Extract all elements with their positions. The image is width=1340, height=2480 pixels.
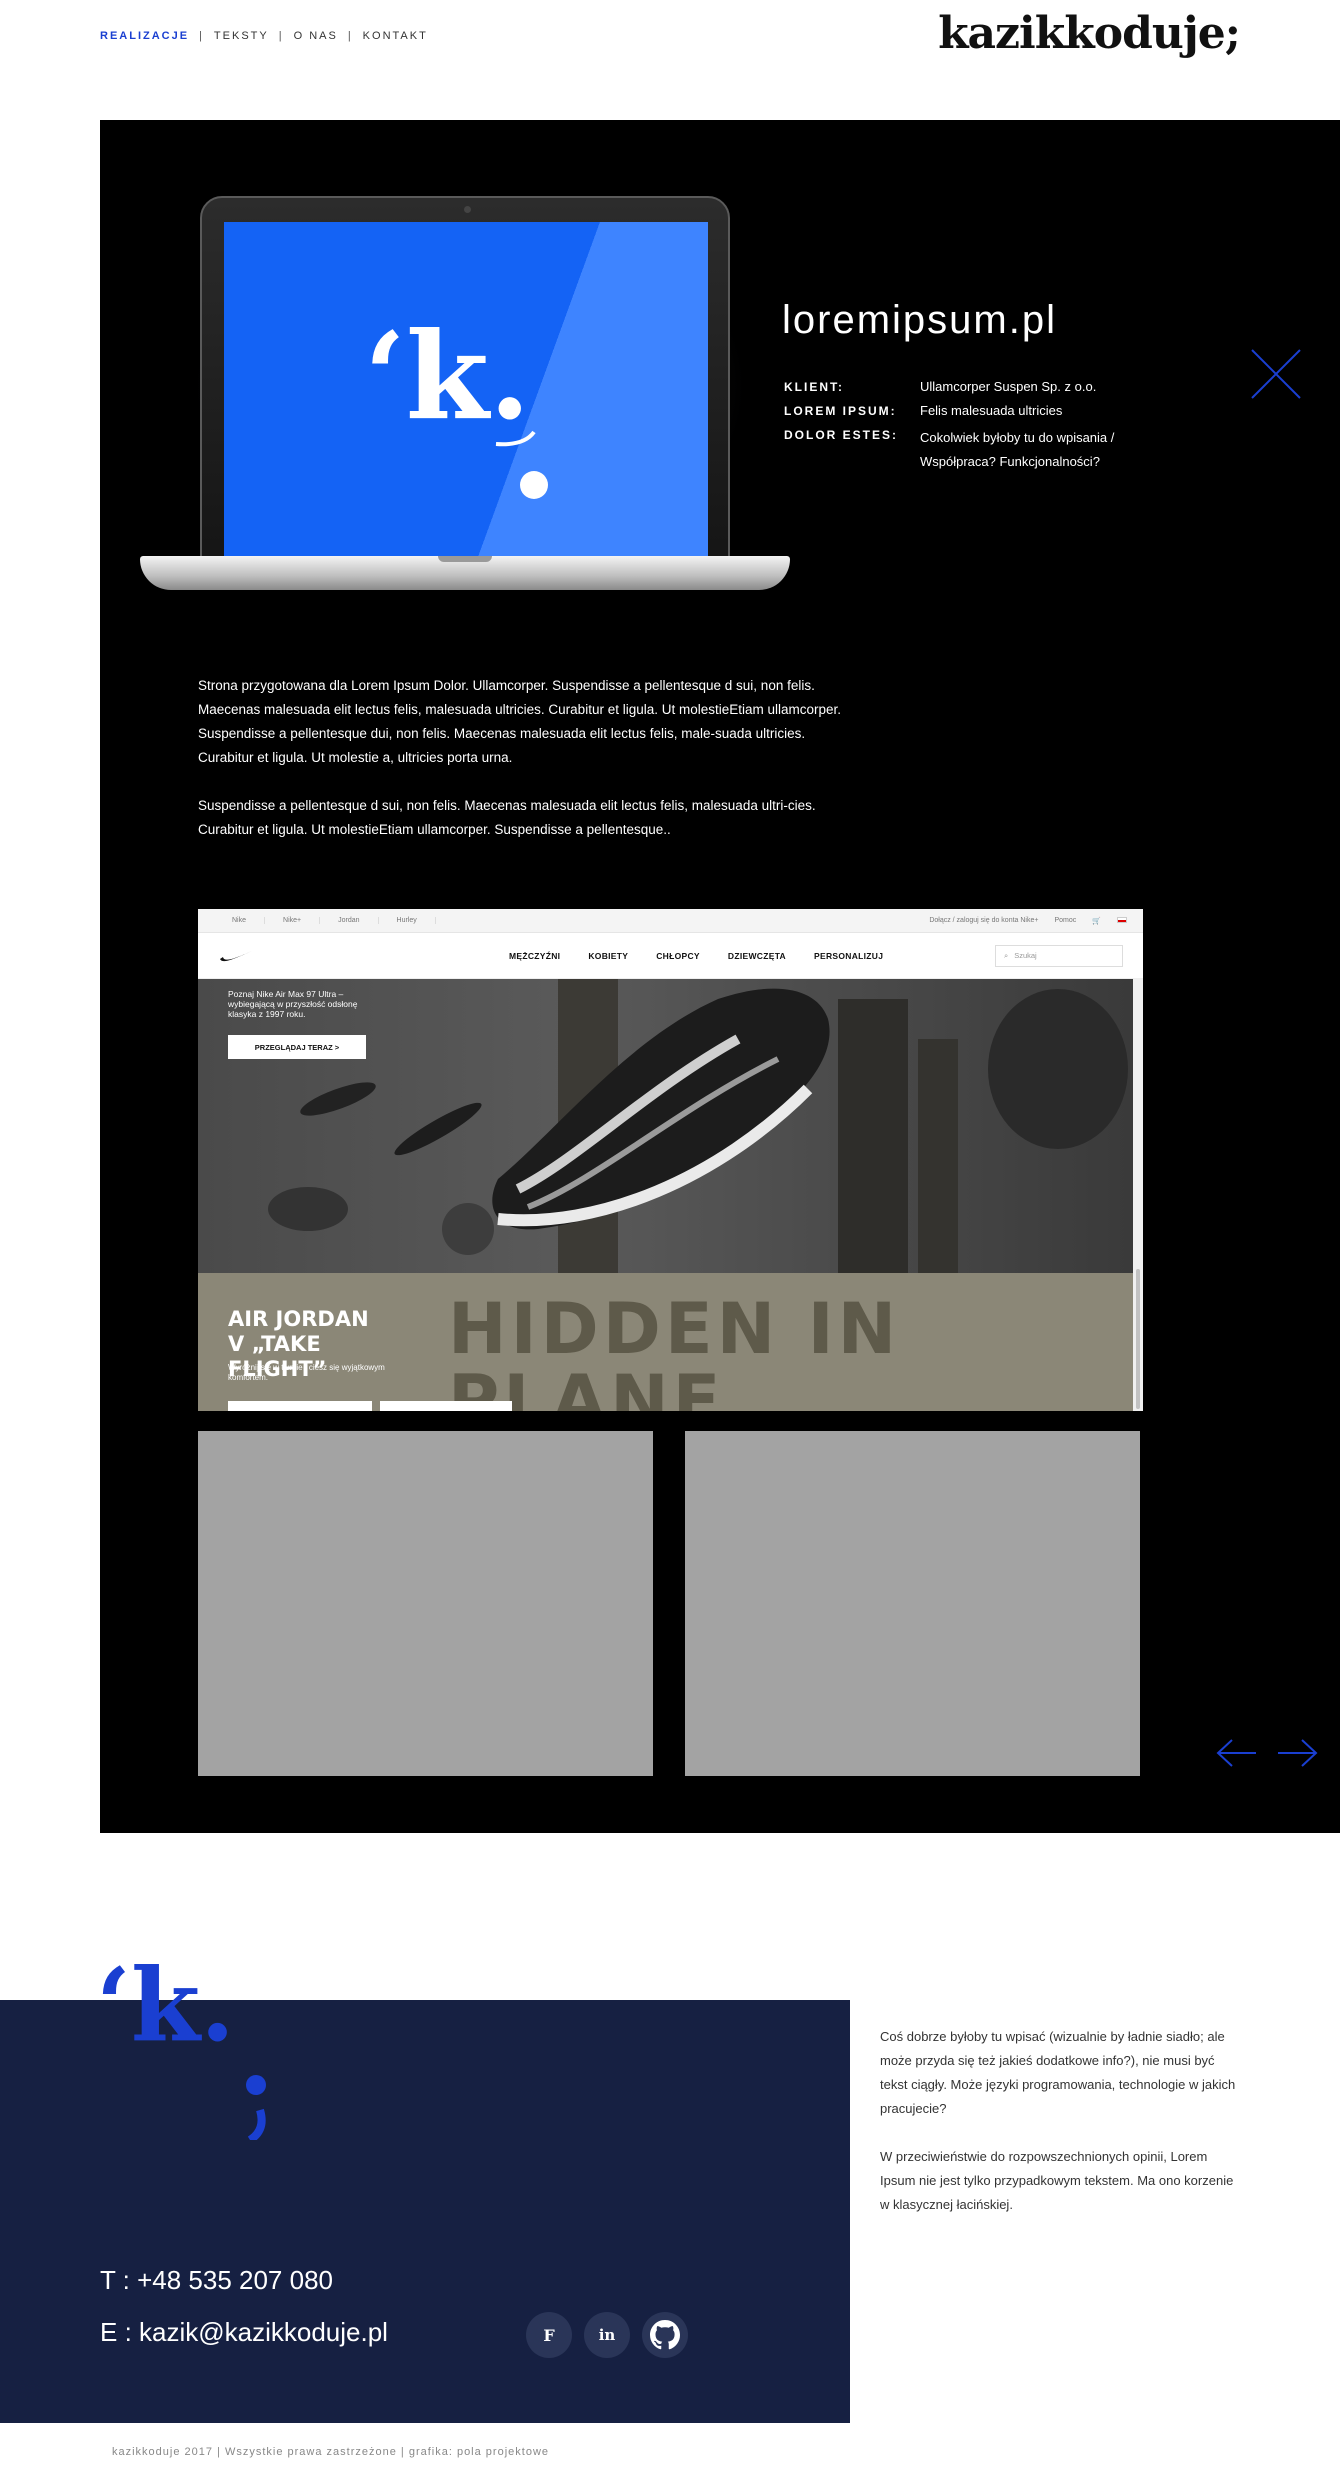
nike-topbar: Nike Nike+ Jordan Hurley Dołącz / zalogu… <box>198 909 1143 933</box>
nike-top-right: Dołącz / zaloguj się do konta Nike+ Pomo… <box>929 916 1127 925</box>
nike-menu-item: PERSONALIZUJ <box>814 950 884 961</box>
nike-search-placeholder: Szukaj <box>1014 951 1037 960</box>
nav-separator: | <box>347 30 353 42</box>
contact-info: T : +48 535 207 080 E : kazik@kazikkoduj… <box>100 2262 388 2366</box>
meta-row: DOLOR ESTES: Cokolwiek byłoby tu do wpis… <box>784 426 1184 474</box>
search-icon: ⌕ <box>1004 950 1009 960</box>
nike-menu-item: KOBIETY <box>588 950 629 961</box>
github-icon[interactable] <box>642 2312 688 2358</box>
nike-brand-links: Nike Nike+ Jordan Hurley <box>214 917 436 924</box>
meta-row: LOREM IPSUM: Felis malesuada ultricies <box>784 402 1184 420</box>
nike-menu-item: DZIEWCZĘTA <box>727 950 786 961</box>
nike-brand-link: Nike+ <box>265 917 321 924</box>
meta-key: DOLOR ESTES: <box>784 428 899 442</box>
nav-item-o-nas[interactable]: O NAS <box>294 30 338 42</box>
nike-hero: Poznaj Nike Air Max 97 Ultra – wybiegają… <box>198 979 1133 1273</box>
project-meta: KLIENT: Ullamcorper Suspen Sp. z o.o. LO… <box>784 378 1184 480</box>
nike-login-link: Dołącz / zaloguj się do konta Nike+ <box>929 916 1039 924</box>
laptop-base <box>140 556 790 590</box>
phone-number[interactable]: T : +48 535 207 080 <box>100 2262 388 2314</box>
footer-logo-text: ‘k. <box>96 1946 235 2064</box>
meta-value: Cokolwiek byłoby tu do wpisania / Współp… <box>920 430 1115 469</box>
nav-separator: | <box>278 30 284 42</box>
nike-promo-button <box>228 1401 372 1411</box>
facebook-icon[interactable]: F <box>526 2312 572 2358</box>
nike-scrollbar <box>1133 979 1143 1411</box>
arrow-left-icon[interactable] <box>1216 1738 1258 1768</box>
meta-key: KLIENT: <box>784 380 844 394</box>
nike-help-link: Pomoc <box>1054 916 1077 924</box>
project-title: loremipsum.pl <box>782 298 1057 342</box>
meta-value: Felis malesuada ultricies <box>920 403 1063 418</box>
nike-nav: MĘŻCZYŹNI KOBIETY CHŁOPCY DZIEWCZĘTA PER… <box>198 933 1143 979</box>
project-screenshot: Nike Nike+ Jordan Hurley Dołącz / zalogu… <box>198 909 1143 1411</box>
laptop-notch <box>438 556 492 562</box>
nike-brand-link: Jordan <box>320 917 379 924</box>
footer-logo-mark: ‘k. <box>96 1946 266 2140</box>
email-address[interactable]: E : kazik@kazikkoduje.pl <box>100 2314 388 2366</box>
arrow-right-icon[interactable] <box>1276 1738 1318 1768</box>
nike-brand-link: Hurley <box>379 917 436 924</box>
copyright: kazikkoduje 2017 | Wszystkie prawa zastr… <box>112 2446 549 2458</box>
close-icon[interactable] <box>1250 348 1302 400</box>
laptop-mockup: ‘k. <box>140 176 790 611</box>
nike-hero-button: PRZEGLĄDAJ TERAZ > <box>228 1035 366 1059</box>
laptop-lid: ‘k. <box>200 196 730 566</box>
sneaker-illustration <box>268 979 1128 1273</box>
nav-item-realizacje[interactable]: REALIZACJE <box>100 30 189 42</box>
nav-item-teksty[interactable]: TEKSTY <box>214 30 269 42</box>
linkedin-icon[interactable]: in <box>584 2312 630 2358</box>
laptop-screen: ‘k. <box>224 222 708 558</box>
nike-promo-headline: HIDDEN IN PLANE SIGHT <box>448 1288 901 1411</box>
site-logo[interactable]: kazikkoduje; <box>938 12 1241 56</box>
gallery-image-placeholder <box>685 1431 1140 1776</box>
swoosh-icon <box>220 950 252 961</box>
meta-value: Ullamcorper Suspen Sp. z o.o. <box>920 379 1097 394</box>
social-links: F in <box>526 2312 688 2358</box>
screen-logo-dot <box>520 471 548 499</box>
nike-scrollbar-thumb <box>1136 1269 1140 1409</box>
main-nav: REALIZACJE | TEKSTY | O NAS | KONTAKT <box>100 28 428 44</box>
meta-row: KLIENT: Ullamcorper Suspen Sp. z o.o. <box>784 378 1184 396</box>
nav-item-kontakt[interactable]: KONTAKT <box>363 30 428 42</box>
description-paragraph: Suspendisse a pellentesque d sui, non fe… <box>198 798 816 837</box>
nike-menu-item: CHŁOPCY <box>656 950 700 961</box>
nike-promo-subtitle: Wyróżnij się w tłumie i ciesz się wyjątk… <box>228 1363 385 1382</box>
project-panel: ‘k. loremipsum.pl KLIENT: Ullamcorper Su… <box>100 120 1340 1833</box>
nike-menu-item: MĘŻCZYŹNI <box>509 950 561 961</box>
about-paragraph: Coś dobrze byłoby tu wpisać (wizualnie b… <box>880 2029 1236 2116</box>
screen-logo-swash <box>495 430 536 447</box>
cart-icon: 🛒 <box>1092 917 1101 925</box>
nike-promo-button <box>380 1401 512 1411</box>
nav-separator: | <box>199 30 204 42</box>
flag-icon <box>1117 916 1127 923</box>
description-paragraph: Strona przygotowana dla Lorem Ipsum Dolo… <box>198 678 842 765</box>
laptop-camera <box>464 206 471 213</box>
nike-promo: HIDDEN IN PLANE SIGHT AIR JORDAN V „TAKE… <box>198 1273 1133 1411</box>
about-text: Coś dobrze byłoby tu wpisać (wizualnie b… <box>880 2025 1240 2241</box>
about-paragraph: W przeciwieństwie do rozpowszechnionych … <box>880 2149 1234 2212</box>
project-description: Strona przygotowana dla Lorem Ipsum Dolo… <box>198 674 858 866</box>
meta-key: LOREM IPSUM: <box>784 404 897 418</box>
nike-hero-text: Poznaj Nike Air Max 97 Ultra – wybiegają… <box>228 989 358 1019</box>
nike-brand-link: Nike <box>214 917 266 924</box>
nike-menu: MĘŻCZYŹNI KOBIETY CHŁOPCY DZIEWCZĘTA PER… <box>509 951 883 961</box>
gallery-image-placeholder <box>198 1431 653 1776</box>
nike-search: ⌕ Szukaj <box>995 944 1123 967</box>
